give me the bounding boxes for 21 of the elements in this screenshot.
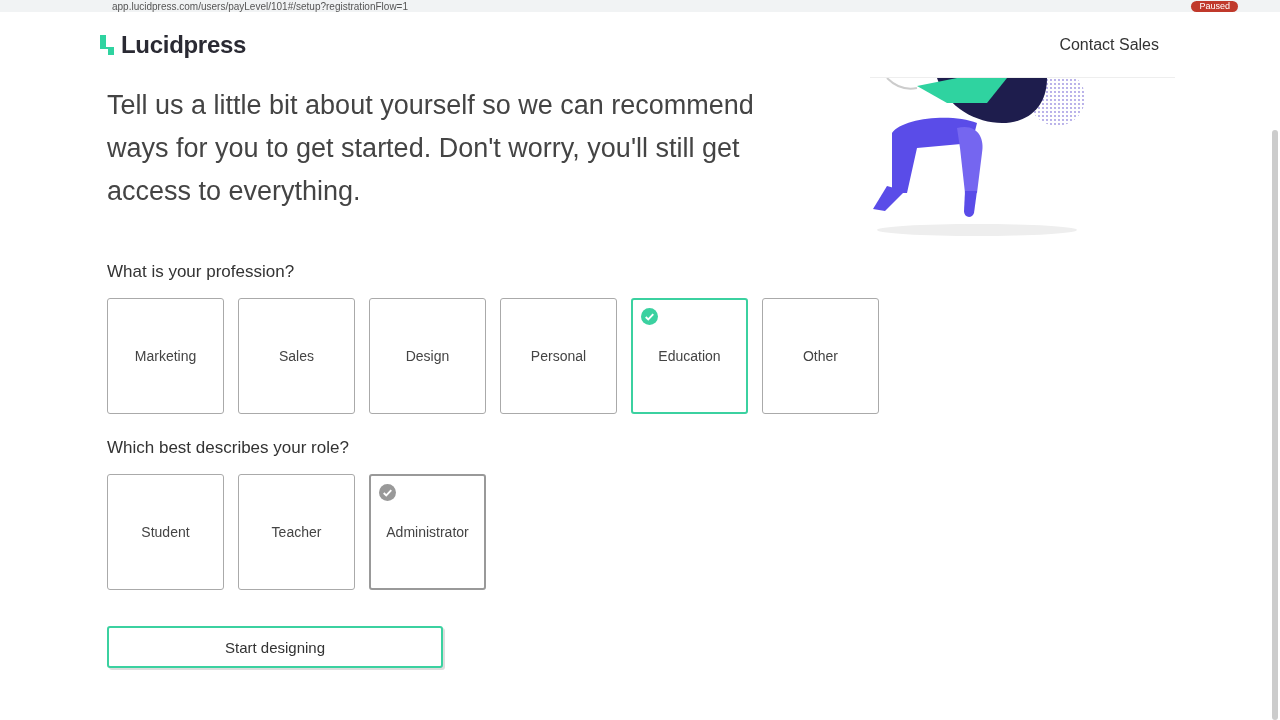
option-card[interactable]: Marketing	[107, 298, 224, 414]
profession-question: What is your profession?	[107, 262, 296, 282]
logo-icon	[99, 34, 115, 56]
option-card[interactable]: Sales	[238, 298, 355, 414]
option-card[interactable]: Design	[369, 298, 486, 414]
check-icon	[641, 308, 658, 325]
option-card[interactable]: Personal	[500, 298, 617, 414]
option-card[interactable]: Education	[631, 298, 748, 414]
profile-status[interactable]: Paused	[1191, 0, 1238, 12]
contact-link[interactable]: Contact Sales	[1059, 36, 1159, 54]
scrollbar[interactable]	[1272, 130, 1278, 720]
option-card[interactable]: Student	[107, 474, 224, 590]
url-text[interactable]: app.lucidpress.com/users/payLevel/101#/setup?registrationFlow=1	[112, 0, 1182, 12]
option-card[interactable]: Administrator	[369, 474, 486, 590]
check-icon	[379, 484, 396, 501]
option-card[interactable]: Other	[762, 298, 879, 414]
start-designing-button[interactable]: Start designing	[107, 626, 443, 668]
logo-text[interactable]: Lucidpress	[121, 31, 247, 59]
role-question: Which best describes your role?	[107, 438, 350, 458]
option-card[interactable]: Teacher	[238, 474, 355, 590]
intro-text: Tell us a little bit about yourself so we can recommend ways for you to get started. Don't worry, you'll still get access to everything.	[107, 89, 755, 208]
